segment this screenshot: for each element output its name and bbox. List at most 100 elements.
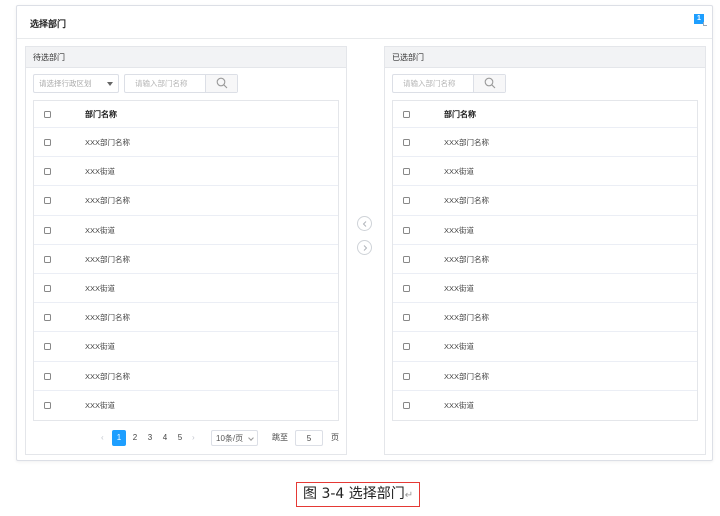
pagination: ‹ 1 2 3 4 5 › 10条/页 跳至 5 页 [101, 430, 341, 448]
table-row[interactable]: XXX部门名称 [34, 303, 338, 333]
department-name: XXX街道 [444, 342, 475, 352]
page-5[interactable]: 5 [173, 430, 187, 446]
row-checkbox[interactable] [403, 255, 410, 263]
search-button[interactable] [205, 75, 237, 92]
table-row[interactable]: XXX街道 [34, 391, 338, 420]
chevron-left-icon [362, 221, 367, 227]
department-name: XXX部门名称 [444, 138, 490, 147]
left-toolbar: 请选择行政区划 请输入部门名称 [26, 74, 346, 94]
row-checkbox[interactable] [44, 372, 51, 380]
page-size-select[interactable]: 10条/页 [211, 430, 259, 446]
table-row[interactable]: XXX部门名称 [393, 128, 697, 158]
row-checkbox[interactable] [44, 168, 51, 176]
table-row[interactable]: XXX部门名称 [393, 362, 697, 391]
department-name: XXX部门名称 [85, 254, 131, 264]
department-name: XXX街道 [444, 225, 475, 235]
search-input[interactable]: 请输入部门名称 [135, 75, 188, 92]
row-checkbox[interactable] [44, 226, 51, 234]
region-select-value: 请选择行政区划 [39, 79, 92, 88]
table-row[interactable]: XXX街道 [393, 274, 697, 304]
page-2[interactable]: 2 [128, 430, 142, 446]
department-name: XXX街道 [85, 400, 116, 410]
department-name: XXX部门名称 [444, 313, 490, 323]
row-checkbox[interactable] [403, 343, 410, 351]
table-header: 部门名称 [34, 101, 338, 128]
page-4[interactable]: 4 [158, 430, 172, 446]
table-row[interactable]: XXX街道 [393, 157, 697, 187]
chevron-down-icon [248, 435, 254, 441]
department-name: XXX街道 [444, 283, 475, 293]
department-name: XXX街道 [85, 225, 116, 235]
department-name: XXX部门名称 [444, 196, 490, 206]
table-row[interactable]: XXX部门名称 [393, 303, 697, 333]
selected-departments-table: 部门名称 XXX部门名称 XXX街道 XXX部门名称 XXX街道 XXX部门名称… [392, 100, 698, 421]
goto-label: 跳至 [272, 433, 288, 442]
select-all-checkbox[interactable] [403, 111, 410, 118]
move-to-left-button[interactable] [357, 216, 372, 231]
row-checkbox[interactable] [44, 284, 51, 292]
table-header: 部门名称 [393, 101, 697, 128]
row-checkbox[interactable] [44, 401, 51, 409]
caret-down-icon [107, 82, 113, 86]
table-row[interactable]: XXX部门名称 [393, 245, 697, 274]
available-departments-panel: 待选部门 请选择行政区划 请输入部门名称 部门名称 XXX部门名称 XXX街道 … [25, 46, 347, 455]
row-checkbox[interactable] [403, 401, 410, 409]
search-icon [216, 77, 228, 89]
department-name: XXX街道 [85, 342, 116, 352]
row-checkbox[interactable] [403, 284, 410, 292]
department-name: XXX部门名称 [85, 196, 131, 206]
page-3[interactable]: 3 [143, 430, 157, 446]
table-row[interactable]: XXX部门名称 [393, 186, 697, 216]
row-checkbox[interactable] [403, 168, 410, 176]
region-select[interactable]: 请选择行政区划 [33, 74, 119, 93]
selected-departments-panel: 已选部门 请输入部门名称 部门名称 XXX部门名称 XXX街道 XXX部门名称 … [384, 46, 706, 455]
row-checkbox[interactable] [403, 139, 410, 146]
select-all-checkbox[interactable] [44, 111, 51, 118]
column-header-name: 部门名称 [85, 110, 117, 119]
department-name: XXX街道 [444, 400, 475, 410]
table-row[interactable]: XXX街道 [34, 216, 338, 245]
department-name: XXX部门名称 [444, 254, 490, 264]
right-toolbar: 请输入部门名称 [385, 74, 705, 94]
department-search[interactable]: 请输入部门名称 [124, 74, 238, 93]
table-row[interactable]: XXX部门名称 [34, 128, 338, 158]
panel-title: 待选部门 [26, 47, 346, 68]
row-checkbox[interactable] [403, 226, 410, 234]
table-row[interactable]: XXX街道 [393, 391, 697, 420]
chevron-right-icon [363, 245, 368, 251]
table-row[interactable]: XXX街道 [34, 274, 338, 304]
prev-page-button[interactable]: ‹ [101, 430, 104, 446]
table-row[interactable]: XXX街道 [34, 332, 338, 362]
table-row[interactable]: XXX部门名称 [34, 186, 338, 216]
page-unit-label: 页 [331, 433, 339, 442]
table-row[interactable]: XXX部门名称 [34, 245, 338, 274]
search-button[interactable] [473, 75, 505, 92]
panel-title: 已选部门 [385, 47, 705, 68]
row-checkbox[interactable] [44, 197, 51, 205]
row-checkbox[interactable] [44, 314, 51, 322]
next-page-button[interactable]: › [192, 430, 195, 446]
caption-text: 图 3-4 选择部门 [303, 486, 405, 502]
table-row[interactable]: XXX街道 [34, 157, 338, 187]
row-checkbox[interactable] [403, 372, 410, 380]
search-input[interactable]: 请输入部门名称 [403, 75, 456, 92]
row-checkbox[interactable] [44, 343, 51, 351]
page-size-value: 10条/页 [216, 434, 244, 443]
column-header-name: 部门名称 [444, 110, 476, 119]
row-checkbox[interactable] [44, 255, 51, 263]
table-row[interactable]: XXX部门名称 [34, 362, 338, 391]
department-name: XXX部门名称 [85, 138, 131, 147]
move-to-right-button[interactable] [357, 240, 372, 255]
table-row[interactable]: XXX街道 [393, 216, 697, 245]
paragraph-mark: ↵ [404, 490, 414, 501]
corner-resize-icon [703, 22, 707, 26]
department-name: XXX街道 [85, 283, 116, 293]
row-checkbox[interactable] [44, 139, 51, 146]
select-department-dialog: 选择部门 1 待选部门 请选择行政区划 请输入部门名称 部门名称 XXX部门名称 [16, 5, 713, 461]
row-checkbox[interactable] [403, 197, 410, 205]
row-checkbox[interactable] [403, 314, 410, 322]
table-row[interactable]: XXX街道 [393, 332, 697, 362]
goto-page-input[interactable]: 5 [295, 430, 323, 446]
page-1[interactable]: 1 [112, 430, 126, 446]
selected-department-search[interactable]: 请输入部门名称 [392, 74, 506, 93]
